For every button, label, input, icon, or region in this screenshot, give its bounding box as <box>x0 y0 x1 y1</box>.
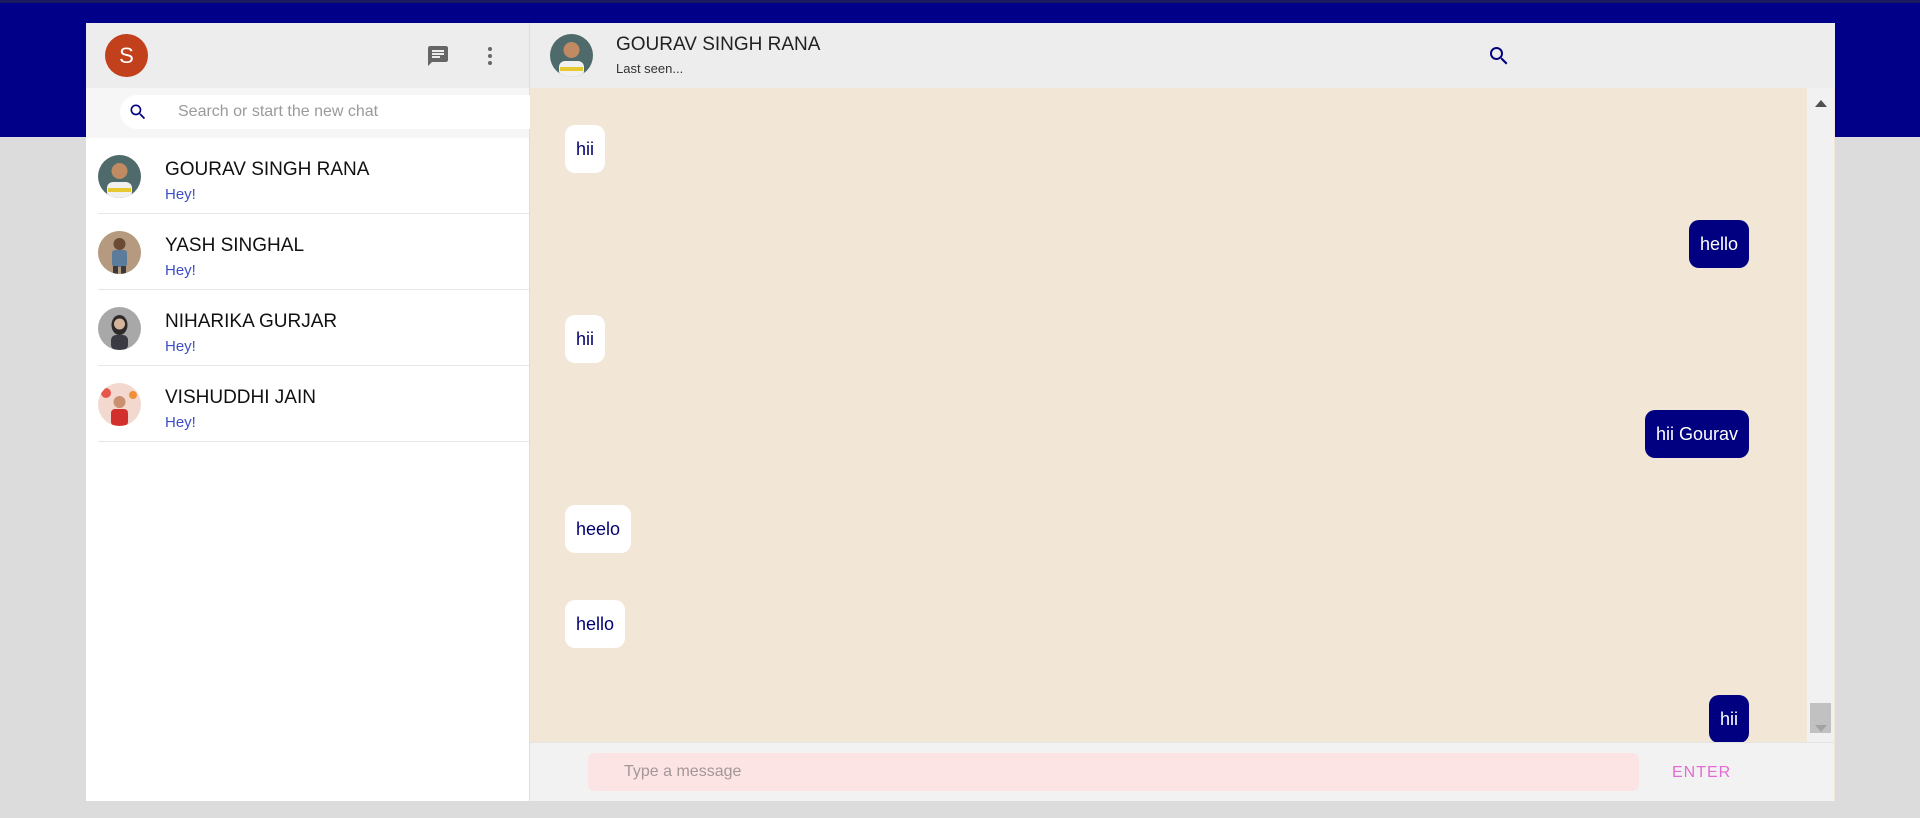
contact-avatar <box>98 231 141 274</box>
chat-header: GOURAV SINGH RANA Last seen... <box>530 23 1835 88</box>
message-composer: ENTER <box>530 742 1834 801</box>
message-outgoing: hii Gourav <box>1644 410 1749 458</box>
contact-last-message: Hey! <box>165 186 196 203</box>
divider <box>98 441 529 442</box>
scroll-down-arrow[interactable] <box>1815 725 1827 732</box>
enter-button[interactable]: ENTER <box>1672 758 1731 788</box>
chat-contact-avatar[interactable] <box>550 34 593 77</box>
contact-name: NIHARIKA GURJAR <box>165 311 338 332</box>
chat-search-icon[interactable] <box>1487 44 1511 68</box>
contact-avatar <box>98 155 141 198</box>
my-avatar[interactable]: S <box>105 34 148 77</box>
message-incoming: hii <box>565 125 606 173</box>
contact-item-yash[interactable]: YASH SINGHAL Hey! <box>86 214 529 290</box>
more-options-icon[interactable] <box>475 41 505 71</box>
contact-last-message: Hey! <box>165 262 196 279</box>
sidebar-header: S <box>86 23 529 88</box>
search-input[interactable] <box>178 103 508 121</box>
message-incoming: hii <box>565 315 606 363</box>
messages-scrollbar[interactable] <box>1807 88 1834 742</box>
contact-name: YASH SINGHAL <box>165 235 305 256</box>
search-icon <box>130 104 146 120</box>
search-bar <box>86 88 530 138</box>
chat-panel: GOURAV SINGH RANA Last seen... hii hello… <box>530 23 1835 801</box>
contact-avatar <box>98 383 141 426</box>
message-input[interactable] <box>588 753 1639 791</box>
message-incoming: hello <box>565 600 626 648</box>
new-chat-icon[interactable] <box>423 41 453 71</box>
message-list: hii hello hii hii Gourav heelo hello hii <box>530 88 1807 742</box>
contact-name: VISHUDDHI JAIN <box>165 387 316 408</box>
scroll-up-arrow[interactable] <box>1815 100 1827 107</box>
contact-item-niharika[interactable]: NIHARIKA GURJAR Hey! <box>86 290 529 366</box>
search-box <box>120 95 530 129</box>
contact-list: GOURAV SINGH RANA Hey! YASH SINGHAL Hey!… <box>86 138 529 442</box>
contact-last-message: Hey! <box>165 414 196 431</box>
contact-item-gourav[interactable]: GOURAV SINGH RANA Hey! <box>86 138 529 214</box>
contact-name: GOURAV SINGH RANA <box>165 159 370 180</box>
contact-avatar <box>98 307 141 350</box>
message-outgoing: hello <box>1688 220 1749 268</box>
contact-item-vishuddhi[interactable]: VISHUDDHI JAIN Hey! <box>86 366 529 442</box>
chat-contact-status: Last seen... <box>616 61 684 76</box>
chat-contact-name: GOURAV SINGH RANA <box>616 34 821 55</box>
sidebar: S GOURAV SINGH RANA Hey! <box>86 23 530 801</box>
contact-last-message: Hey! <box>165 338 196 355</box>
message-incoming: heelo <box>565 505 632 553</box>
message-outgoing: hii <box>1708 695 1749 742</box>
chat-app: S GOURAV SINGH RANA Hey! <box>86 23 1835 801</box>
